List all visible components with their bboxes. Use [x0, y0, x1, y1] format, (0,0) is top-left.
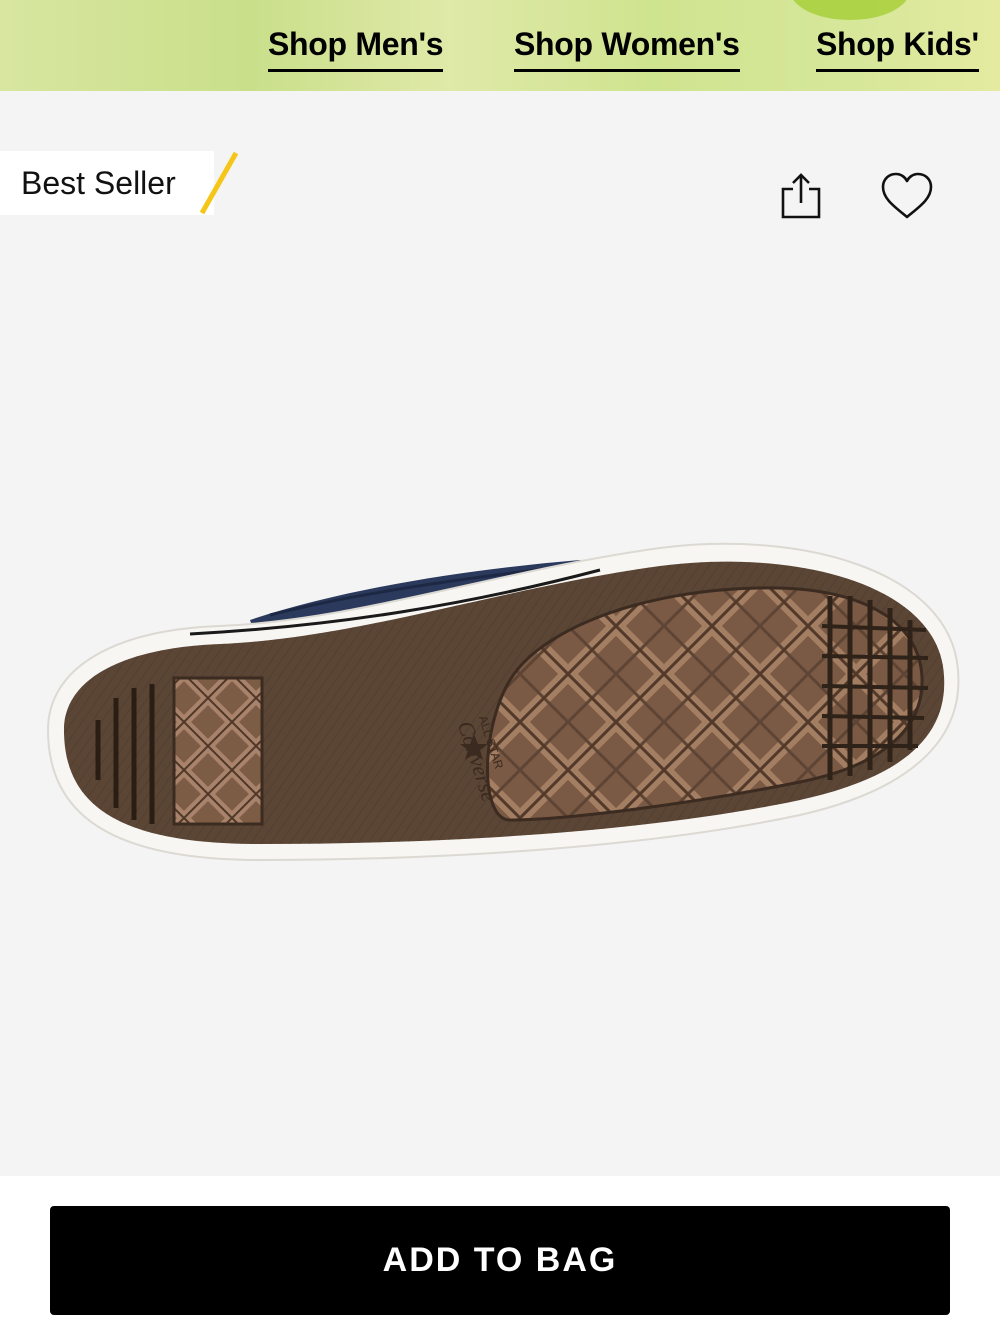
share-button[interactable] — [771, 167, 831, 227]
shop-mens-link[interactable]: Shop Men's — [268, 26, 444, 72]
shop-kids-link[interactable]: Shop Kids' — [816, 26, 979, 72]
share-icon — [781, 173, 821, 219]
heart-icon — [881, 172, 933, 219]
shoe-sole-image: Converse ALL STAR — [46, 542, 960, 862]
promo-banner: Shop Men's Shop Women's Shop Kids' — [0, 0, 1000, 91]
badge-slash-accent — [199, 151, 239, 215]
best-seller-badge: Best Seller — [0, 151, 240, 215]
favorite-button[interactable] — [877, 167, 937, 227]
promo-image-fragment — [790, 0, 910, 20]
product-image: Converse ALL STAR — [40, 530, 960, 880]
bottom-action-bar: ADD TO BAG — [0, 1176, 1000, 1333]
add-to-bag-button[interactable]: ADD TO BAG — [50, 1206, 950, 1315]
shop-links-nav: Shop Men's Shop Women's Shop Kids' — [0, 26, 1000, 82]
product-page: Shop Men's Shop Women's Shop Kids' Best … — [0, 0, 1000, 1333]
shop-womens-link[interactable]: Shop Women's — [514, 26, 740, 72]
badge-label: Best Seller — [21, 165, 176, 201]
